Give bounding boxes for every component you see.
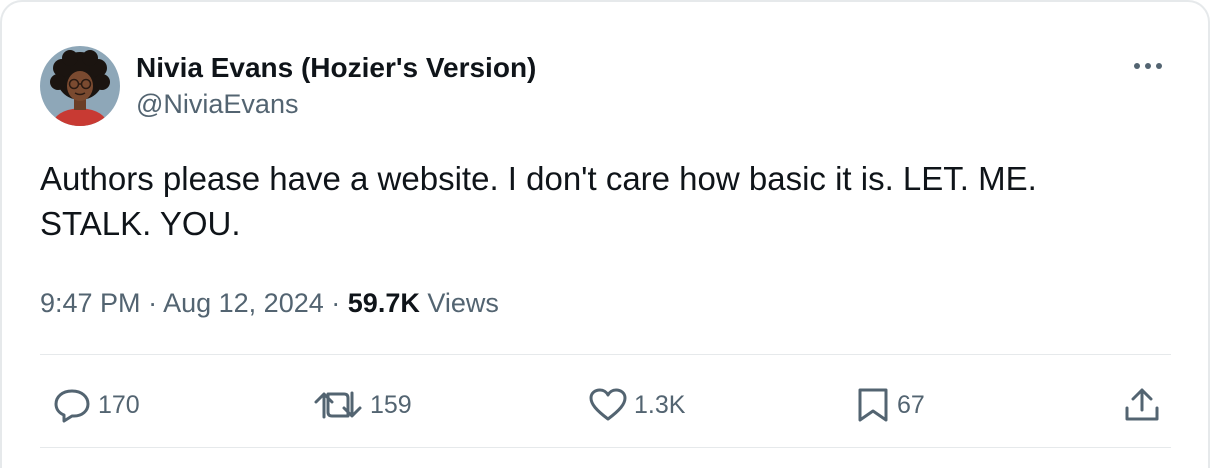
bookmark-button[interactable]: 67 bbox=[855, 380, 925, 430]
author-names: Nivia Evans (Hozier's Version) @NiviaEva… bbox=[136, 50, 536, 122]
more-options-button[interactable] bbox=[1130, 56, 1166, 76]
author-display-name[interactable]: Nivia Evans (Hozier's Version) bbox=[136, 50, 536, 86]
avatar[interactable] bbox=[40, 46, 120, 126]
reply-button[interactable]: 170 bbox=[52, 380, 140, 430]
repost-count: 159 bbox=[370, 390, 412, 419]
tweet-time[interactable]: 9:47 PM bbox=[40, 288, 141, 318]
tweet-header: Nivia Evans (Hozier's Version) @NiviaEva… bbox=[40, 46, 536, 126]
tweet-card: Nivia Evans (Hozier's Version) @NiviaEva… bbox=[0, 0, 1210, 468]
tweet-text: Authors please have a website. I don't c… bbox=[40, 160, 1037, 242]
meta-separator: · bbox=[331, 288, 341, 318]
avatar-image bbox=[40, 46, 120, 126]
more-dots-icon bbox=[1134, 63, 1162, 69]
like-button[interactable]: 1.3K bbox=[588, 380, 685, 430]
divider-top bbox=[40, 354, 1171, 355]
author-handle[interactable]: @NiviaEvans bbox=[136, 86, 536, 122]
divider-bottom bbox=[40, 447, 1171, 448]
meta-separator: · bbox=[148, 288, 158, 318]
views-label: Views bbox=[427, 288, 499, 318]
tweet-date[interactable]: Aug 12, 2024 bbox=[163, 288, 324, 318]
reply-count: 170 bbox=[98, 390, 140, 419]
tweet-meta: 9:47 PM · Aug 12, 2024 · 59.7K Views bbox=[40, 285, 499, 321]
action-bar: 170 159 1.3K 67 bbox=[40, 380, 1171, 430]
bookmark-icon bbox=[858, 388, 888, 422]
share-upload-icon bbox=[1125, 388, 1159, 421]
like-count: 1.3K bbox=[634, 390, 686, 419]
share-button[interactable] bbox=[1122, 380, 1162, 430]
reply-bubble-icon bbox=[54, 389, 90, 423]
repost-arrows-icon bbox=[314, 391, 362, 419]
bookmark-count: 67 bbox=[897, 390, 925, 419]
views-count: 59.7K bbox=[347, 288, 420, 318]
repost-button[interactable]: 159 bbox=[312, 380, 412, 430]
heart-icon bbox=[589, 388, 627, 421]
